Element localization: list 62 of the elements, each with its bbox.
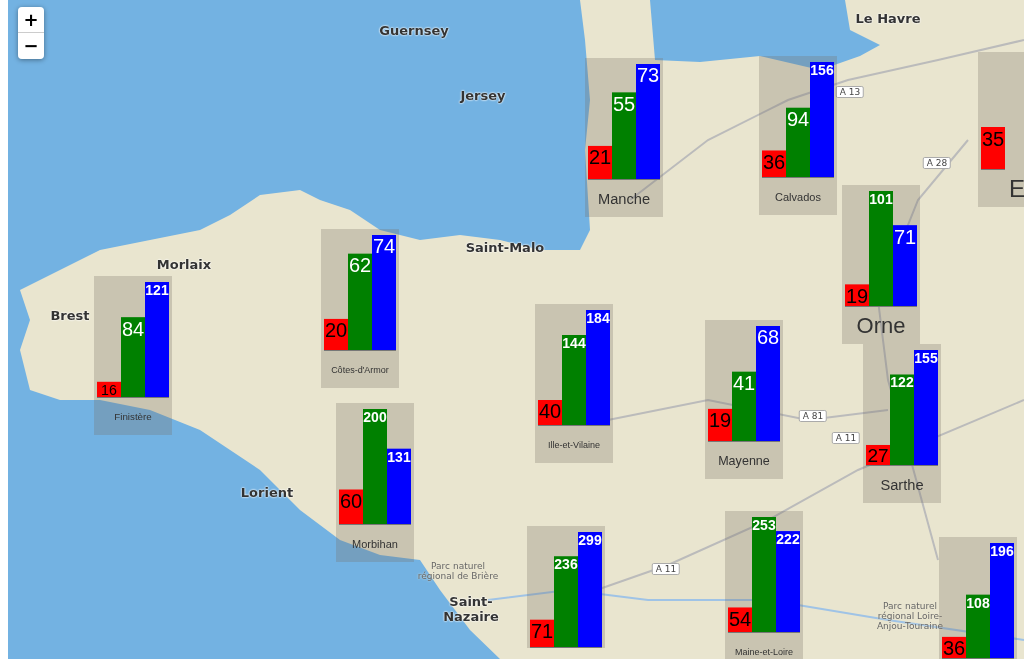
value-label: 73 xyxy=(636,64,660,87)
zoom-in-button[interactable]: + xyxy=(18,7,44,33)
value-label: 55 xyxy=(612,92,636,115)
value-label: 41 xyxy=(732,372,756,395)
value-label: 16 xyxy=(101,381,117,398)
value-label: 184 xyxy=(586,309,610,326)
zoom-out-button[interactable]: − xyxy=(18,33,44,59)
value-label: 156 xyxy=(810,61,834,78)
city-label: Saint-Malo xyxy=(465,239,545,255)
city-label: Le Havre xyxy=(855,10,921,26)
value-label: 253 xyxy=(752,516,776,533)
value-label: 200 xyxy=(363,408,387,425)
value-label: 122 xyxy=(890,374,914,391)
park-label: Parc naturel régional Loire-Anjou-Touraine xyxy=(875,602,945,632)
department-label: Orne xyxy=(856,312,906,339)
value-label: 36 xyxy=(942,637,966,659)
value-label: 36 xyxy=(762,150,786,173)
value-label: 84 xyxy=(121,317,145,340)
value-label: 68 xyxy=(756,326,780,349)
value-label: 108 xyxy=(966,594,990,611)
department-label: Sarthe xyxy=(880,476,924,493)
city-label: Jersey xyxy=(460,87,506,103)
value-label: 101 xyxy=(869,190,893,207)
bar: 35 xyxy=(981,127,1005,170)
value-label: 71 xyxy=(530,620,554,643)
value-label: 71 xyxy=(893,225,917,248)
value-label: 40 xyxy=(538,400,562,423)
department-label: Manche xyxy=(597,190,651,207)
value-label: 62 xyxy=(348,254,372,277)
road-shield: A 13 xyxy=(835,86,865,98)
road-shield: A 81 xyxy=(798,410,828,422)
city-label: Guernsey xyxy=(379,22,449,38)
department-label: E xyxy=(1009,174,1024,203)
department-label: Côtes-d'Armor xyxy=(331,364,389,375)
value-label: 21 xyxy=(588,146,612,169)
value-label: 94 xyxy=(786,108,810,131)
value-label: 20 xyxy=(324,319,348,342)
department-label: Maine-et-Loire xyxy=(735,646,793,657)
value-label: 222 xyxy=(776,530,800,547)
road-shield: A 28 xyxy=(922,157,952,169)
value-label: 144 xyxy=(562,334,586,351)
city-label: Brest xyxy=(50,307,90,323)
value-label: 121 xyxy=(145,281,169,298)
department-label: Ille-et-Vilaine xyxy=(548,439,600,450)
road-shield: A 11 xyxy=(651,563,681,575)
value-label: 54 xyxy=(728,607,752,630)
department-label: Finistère xyxy=(114,411,152,422)
value-label: 19 xyxy=(708,409,732,432)
value-label: 74 xyxy=(372,235,396,258)
value-label: 236 xyxy=(554,556,578,573)
department-label: Morbihan xyxy=(352,537,398,550)
value-label: 299 xyxy=(578,531,602,548)
value-label: 196 xyxy=(990,542,1014,559)
value-label: 27 xyxy=(867,445,889,466)
department-label: Mayenne xyxy=(718,453,770,468)
value-label: 19 xyxy=(845,284,869,307)
value-label: 131 xyxy=(387,448,411,465)
value-label: 60 xyxy=(339,489,363,512)
city-label: Morlaix xyxy=(156,256,212,272)
road-shield: A 11 xyxy=(831,432,861,444)
department-label: Calvados xyxy=(775,190,821,203)
value-label: 155 xyxy=(914,349,938,366)
